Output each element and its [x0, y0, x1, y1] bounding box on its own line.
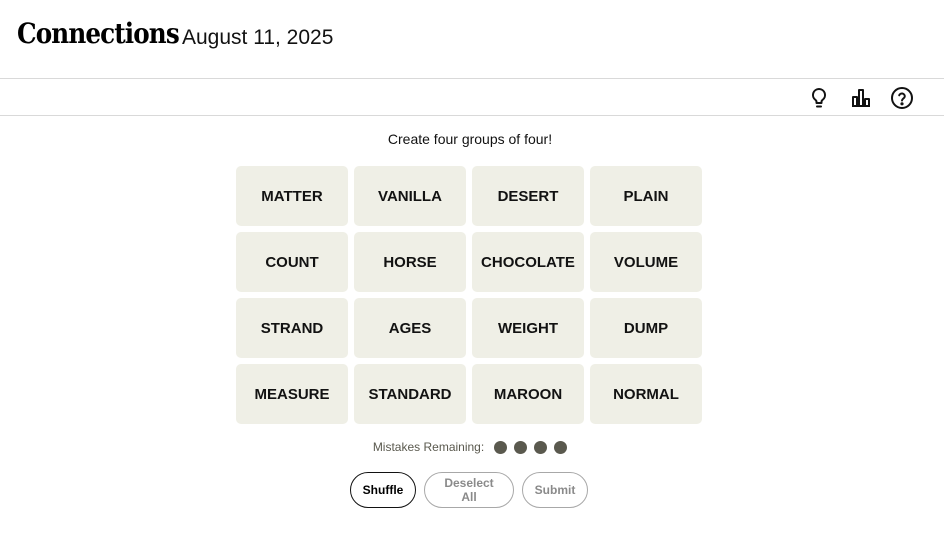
page-title: Connections: [17, 17, 180, 50]
mistake-dot: [514, 440, 528, 454]
word-tile[interactable]: COUNT: [236, 232, 348, 292]
word-tile[interactable]: VOLUME: [590, 232, 702, 292]
shuffle-button[interactable]: Shuffle: [350, 472, 416, 508]
instructions-text: Create four groups of four!: [387, 131, 553, 147]
word-tile[interactable]: AGES: [354, 298, 466, 358]
word-tile[interactable]: MATTER: [236, 166, 348, 226]
word-tile[interactable]: PLAIN: [590, 166, 702, 226]
word-tile[interactable]: CHOCOLATE: [472, 232, 584, 292]
deselect-all-button[interactable]: Deselect All: [424, 472, 514, 508]
word-tile[interactable]: DESERT: [472, 166, 584, 226]
mistakes-label: Mistakes Remaining:: [372, 440, 485, 454]
header: Connections August 11, 2025: [0, 0, 944, 79]
word-tile[interactable]: VANILLA: [354, 166, 466, 226]
word-tile[interactable]: WEIGHT: [472, 298, 584, 358]
mistake-dot: [534, 440, 548, 454]
word-tile[interactable]: DUMP: [590, 298, 702, 358]
action-buttons: Shuffle Deselect All Submit: [0, 472, 938, 508]
word-tile[interactable]: STANDARD: [354, 364, 466, 424]
mistake-dot: [554, 440, 568, 454]
word-tile[interactable]: MEASURE: [236, 364, 348, 424]
word-tile[interactable]: NORMAL: [590, 364, 702, 424]
toolbar: [0, 79, 944, 116]
word-tile[interactable]: HORSE: [354, 232, 466, 292]
mistake-dot: [494, 440, 508, 454]
puzzle-date: August 11, 2025: [182, 26, 334, 49]
word-tile[interactable]: STRAND: [236, 298, 348, 358]
lightbulb-icon[interactable]: [807, 86, 831, 110]
help-icon[interactable]: [890, 86, 914, 110]
submit-button[interactable]: Submit: [522, 472, 588, 508]
mistake-dots: [494, 440, 568, 454]
mistakes-remaining: Mistakes Remaining:: [0, 440, 940, 454]
bar-chart-icon[interactable]: [849, 86, 873, 110]
word-tile[interactable]: MAROON: [472, 364, 584, 424]
tile-grid: MATTER VANILLA DESERT PLAIN COUNT HORSE …: [236, 166, 704, 424]
